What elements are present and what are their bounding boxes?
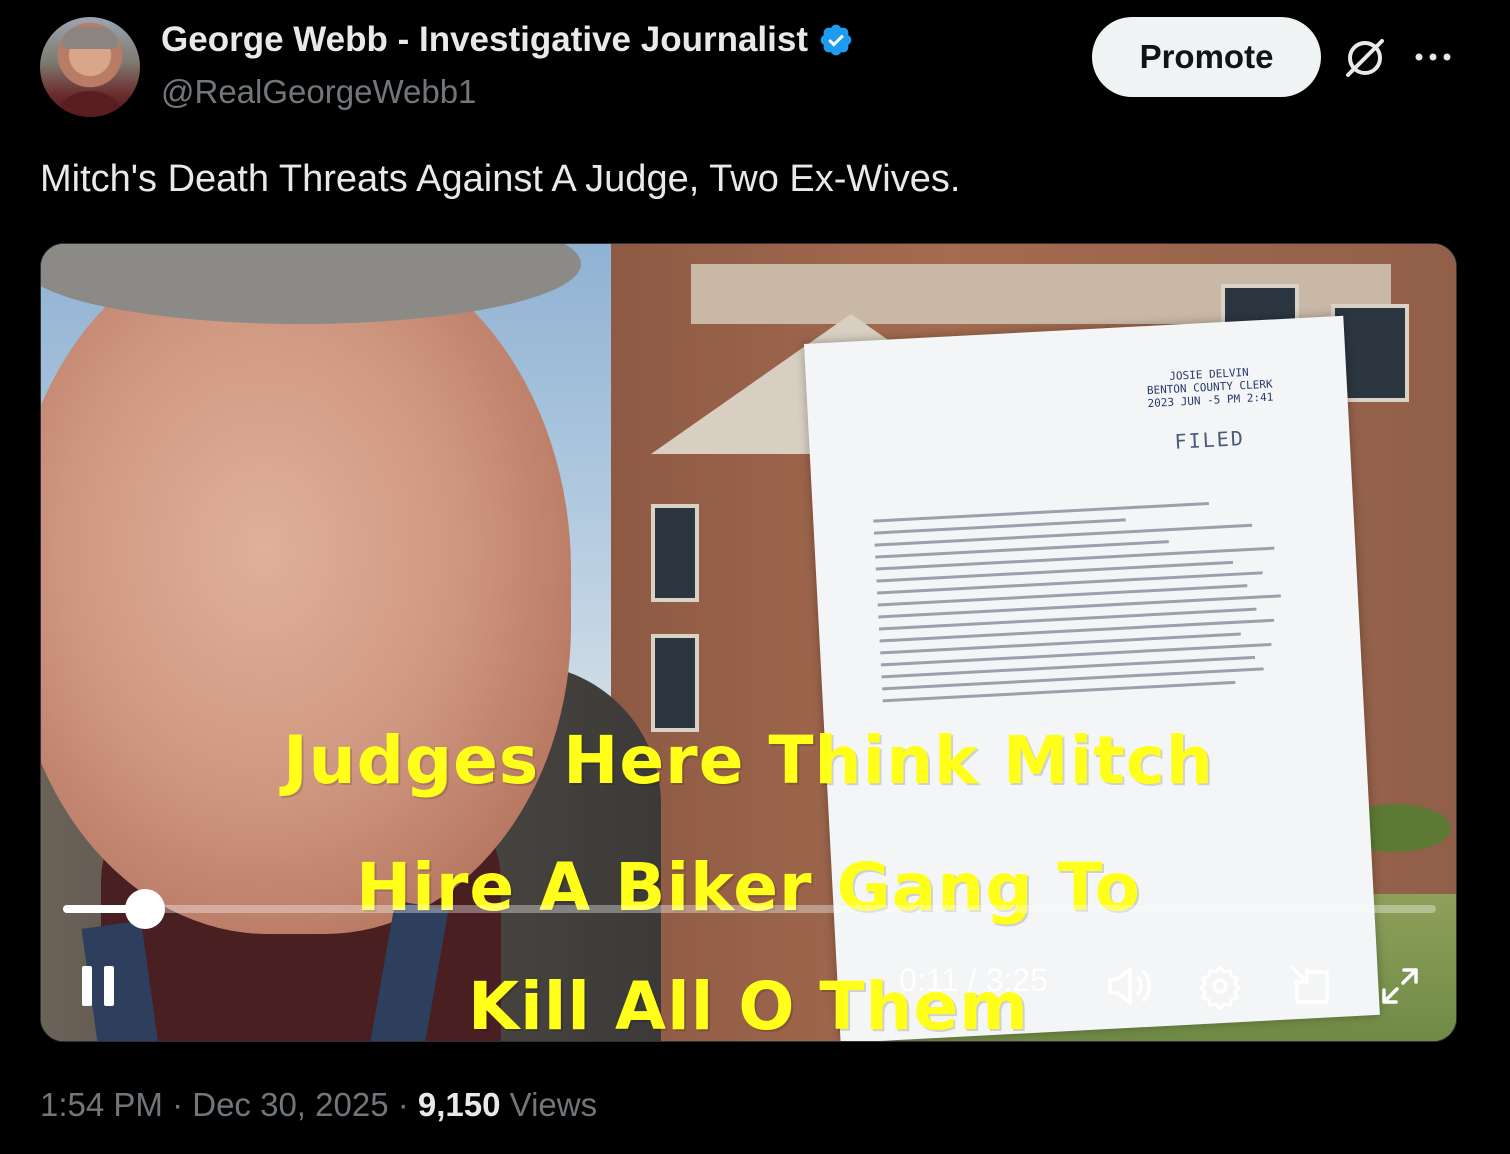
tweet-time[interactable]: 1:54 PM bbox=[40, 1086, 163, 1123]
grok-icon[interactable] bbox=[1340, 33, 1390, 83]
court-document: JOSIE DELVIN BENTON COUNTY CLERK 2023 JU… bbox=[804, 315, 1380, 1041]
tweet-text: Mitch's Death Threats Against A Judge, T… bbox=[40, 158, 961, 200]
tweet-meta: 1:54 PM · Dec 30, 2025 · 9,150 Views bbox=[40, 1086, 597, 1124]
views-count: 9,150 bbox=[417, 1086, 501, 1123]
verified-badge-icon bbox=[820, 24, 852, 56]
fullscreen-icon[interactable] bbox=[1376, 962, 1424, 1010]
document-text-lines bbox=[873, 489, 1303, 712]
meta-separator: · bbox=[397, 1086, 409, 1123]
video-caption-line: Hire A Biker Gang To bbox=[355, 849, 1142, 926]
settings-icon[interactable] bbox=[1196, 962, 1244, 1010]
volume-icon[interactable] bbox=[1104, 962, 1156, 1010]
author-avatar[interactable] bbox=[40, 17, 140, 117]
author-name-row[interactable]: George Webb - Investigative Journalist bbox=[161, 20, 854, 60]
promote-button[interactable]: Promote bbox=[1092, 17, 1321, 97]
avatar-hair bbox=[62, 27, 118, 49]
presenter-face bbox=[41, 244, 571, 934]
building-window bbox=[651, 504, 699, 602]
meta-separator: · bbox=[172, 1086, 184, 1123]
video-caption-line: Judges Here Think Mitch bbox=[283, 722, 1214, 799]
video-player[interactable]: JOSIE DELVIN BENTON COUNTY CLERK 2023 JU… bbox=[40, 243, 1457, 1042]
author-handle[interactable]: @RealGeorgeWebb1 bbox=[161, 73, 476, 111]
document-stamp: JOSIE DELVIN BENTON COUNTY CLERK 2023 JU… bbox=[1146, 365, 1274, 410]
document-filed-stamp: FILED bbox=[1173, 426, 1246, 454]
building-window bbox=[651, 634, 699, 732]
pause-icon[interactable] bbox=[79, 964, 119, 1008]
video-time: 0:11 / 3:25 bbox=[899, 962, 1048, 998]
video-progress-bar[interactable] bbox=[63, 889, 1436, 929]
tweet-date[interactable]: Dec 30, 2025 bbox=[192, 1086, 388, 1123]
pip-icon[interactable] bbox=[1287, 962, 1335, 1010]
video-progress-handle[interactable] bbox=[125, 889, 165, 929]
author-name[interactable]: George Webb - Investigative Journalist bbox=[161, 20, 808, 60]
views-label: Views bbox=[509, 1086, 598, 1123]
avatar-shirt bbox=[50, 91, 130, 117]
more-options-icon[interactable] bbox=[1412, 40, 1454, 74]
